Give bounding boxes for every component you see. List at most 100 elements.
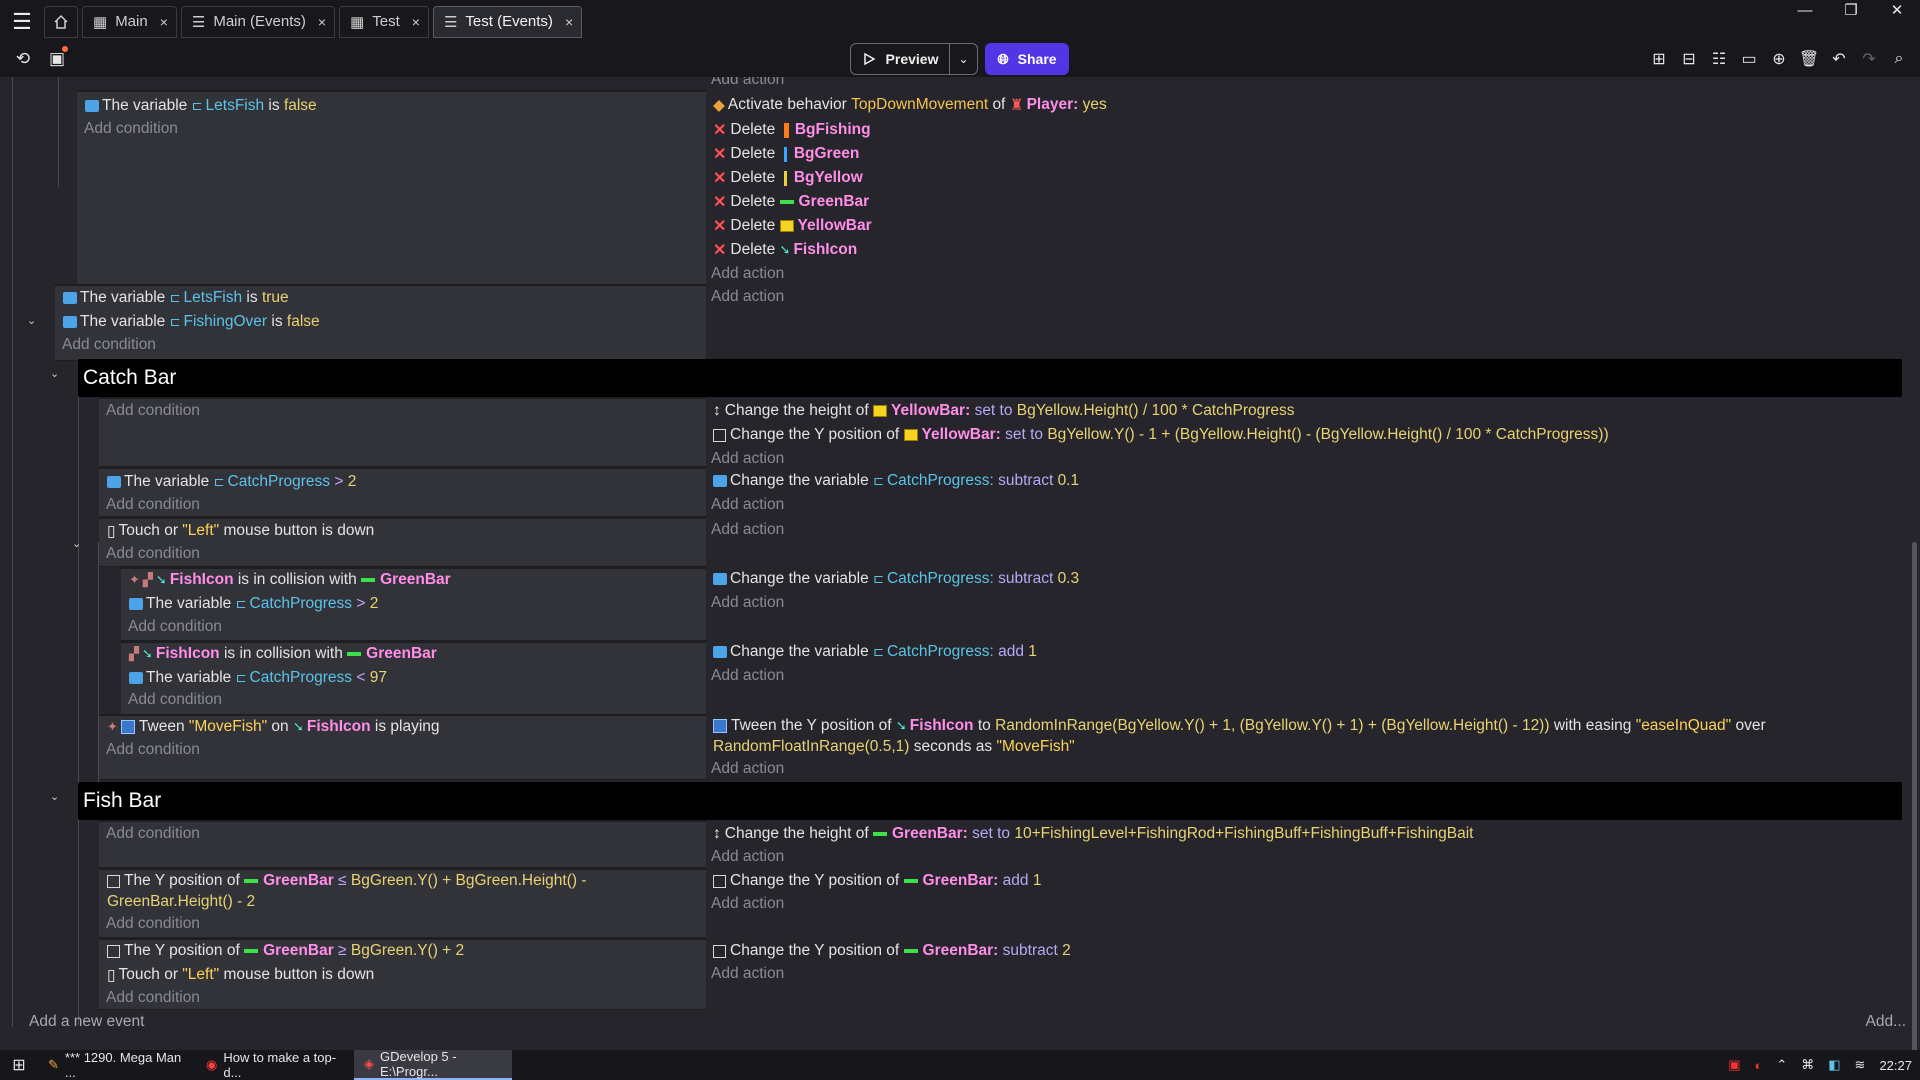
add-condition-link[interactable]: Add condition — [106, 495, 200, 515]
add-condition-link[interactable]: Add condition — [128, 690, 222, 710]
share-button[interactable]: 🌐︎ Share — [985, 43, 1069, 75]
condition[interactable]: ✦ ▞ ➘ FishIcon is in collision with Gree… — [129, 570, 451, 590]
close-window-button[interactable]: ✕ — [1874, 0, 1920, 22]
condition[interactable]: ✦ Tween "MoveFish" on ➘ FishIcon is play… — [107, 717, 440, 737]
delete-icon[interactable]: 🗑︎ — [1796, 45, 1822, 73]
condition[interactable]: The variable ⊏ LetsFish is true — [63, 288, 289, 308]
add-condition-link[interactable]: Add condition — [106, 544, 200, 564]
windows-start-icon[interactable]: ⊞ — [0, 1055, 38, 1075]
action[interactable]: ◆ Activate behavior TopDownMovement of ♜… — [713, 95, 1107, 115]
controller-icon[interactable]: ⌘ — [1801, 1057, 1814, 1073]
add-action-link[interactable]: Add action — [711, 449, 784, 469]
action[interactable]: Change the Y position of GreenBar: add 1 — [713, 871, 1041, 891]
add-condition-link[interactable]: Add condition — [128, 617, 222, 637]
condition[interactable]: The Y position of GreenBar ≤ BgGreen.Y()… — [107, 871, 587, 891]
collapse-arrow-icon[interactable]: ⌄ — [72, 537, 81, 550]
tray-app-icon[interactable]: ◐ — [1754, 1058, 1762, 1073]
menu-icon[interactable]: ☰ — [0, 0, 44, 43]
close-icon[interactable]: × — [565, 14, 573, 30]
maximize-button[interactable]: ❐ — [1828, 0, 1874, 22]
close-icon[interactable]: × — [160, 14, 168, 30]
action[interactable]: Change the Y position of YellowBar: set … — [713, 425, 1609, 445]
action[interactable]: Change the variable ⊏ CatchProgress: add… — [713, 642, 1037, 662]
collapse-arrow-icon[interactable]: ⌄ — [50, 367, 59, 380]
add-action-link[interactable]: Add action — [711, 593, 784, 613]
close-icon[interactable]: × — [412, 14, 420, 30]
tray-app-icon[interactable]: ▣ — [1728, 1057, 1740, 1073]
add-action-link[interactable]: Add action — [711, 894, 784, 914]
add-action-link[interactable]: Add action — [711, 264, 784, 284]
add-more-link[interactable]: Add... — [1866, 1013, 1907, 1031]
taskbar-item-active[interactable]: ◈ GDevelop 5 - E:\Progr... — [354, 1049, 512, 1080]
condition[interactable]: The variable ⊏ FishingOver is false — [63, 312, 320, 332]
add-subevent-icon[interactable]: ⊟ — [1676, 45, 1702, 73]
save-icon[interactable]: ▣ — [44, 45, 70, 73]
minimize-button[interactable]: — — [1782, 0, 1828, 22]
condition[interactable]: The variable ⊏ LetsFish is false — [85, 96, 317, 116]
action[interactable]: ✕ Delete YellowBar — [713, 216, 872, 236]
chevron-up-icon[interactable]: ⌃ — [1776, 1057, 1787, 1073]
condition[interactable]: The variable ⊏ CatchProgress > 2 — [129, 594, 378, 614]
add-comment-icon[interactable]: ▭ — [1736, 45, 1762, 73]
action[interactable]: Change the variable ⊏ CatchProgress: sub… — [713, 569, 1079, 589]
action[interactable]: Change the variable ⊏ CatchProgress: sub… — [713, 471, 1079, 491]
action[interactable]: ✕ Delete BgGreen — [713, 144, 859, 164]
collapse-arrow-icon[interactable]: ⌄ — [50, 790, 59, 803]
add-action-link[interactable]: Add action — [711, 495, 784, 515]
add-action-link[interactable]: Add action — [711, 666, 784, 686]
preview-button[interactable]: Preview — [850, 43, 950, 75]
add-event-icon[interactable]: ⊞ — [1646, 45, 1672, 73]
condition[interactable]: ▯ Touch or "Left" mouse button is down — [107, 965, 374, 985]
close-icon[interactable]: × — [318, 14, 326, 30]
add-condition-link[interactable]: Add condition — [84, 119, 178, 139]
vertical-scrollbar[interactable] — [1912, 542, 1917, 1050]
add-new-event-link[interactable]: Add a new event — [29, 1013, 144, 1031]
condition[interactable]: ▞ ➘ FishIcon is in collision with GreenB… — [129, 644, 437, 664]
add-condition-link[interactable]: Add condition — [106, 914, 200, 934]
action[interactable]: ✕ Delete BgFishing — [713, 120, 871, 140]
add-condition-link[interactable]: Add condition — [106, 740, 200, 760]
taskbar-item[interactable]: ✎ *** 1290. Mega Man ... — [38, 1050, 196, 1080]
add-plus-icon[interactable]: ⊕ — [1766, 45, 1792, 73]
add-group-icon[interactable]: ☷ — [1706, 45, 1732, 73]
add-action-link[interactable]: Add action — [711, 847, 784, 867]
condition-continuation[interactable]: GreenBar.Height() - 2 — [107, 892, 255, 912]
action[interactable]: Change the Y position of GreenBar: subtr… — [713, 941, 1071, 961]
tray-app-icon[interactable]: ◧ — [1828, 1057, 1840, 1073]
wifi-icon[interactable]: ≋ — [1855, 1057, 1866, 1073]
action-continuation[interactable]: RandomFloatInRange(0.5,1) seconds as "Mo… — [713, 737, 1075, 757]
taskbar-item[interactable]: ◉ How to make a top-d... — [196, 1050, 354, 1080]
redo-icon[interactable]: ↷ — [1856, 45, 1882, 73]
preview-options-button[interactable]: ⌄ — [950, 43, 978, 75]
tab-test-events[interactable]: ☰ Test (Events) × — [432, 5, 583, 38]
tab-main-events[interactable]: ☰ Main (Events) × — [180, 5, 336, 38]
group-header-catch-bar[interactable]: Catch Bar — [78, 359, 1902, 397]
action[interactable]: ✕ Delete BgYellow — [713, 168, 863, 188]
condition[interactable]: The variable ⊏ CatchProgress > 2 — [107, 472, 356, 492]
action[interactable]: ✕ Delete ➘ FishIcon — [713, 240, 857, 260]
add-condition-link[interactable]: Add condition — [62, 335, 156, 355]
add-condition-link[interactable]: Add condition — [106, 824, 200, 844]
condition[interactable]: The variable ⊏ CatchProgress < 97 — [129, 668, 387, 688]
add-action-link[interactable]: Add action — [711, 759, 784, 779]
add-action-link[interactable]: Add action — [711, 964, 784, 984]
action[interactable]: ✕ Delete GreenBar — [713, 192, 869, 212]
action[interactable]: ↕ Change the height of YellowBar: set to… — [713, 401, 1295, 421]
add-action-link[interactable]: Add action — [711, 77, 784, 90]
search-icon[interactable]: ⌕ — [1886, 45, 1912, 73]
add-action-link[interactable]: Add action — [711, 287, 784, 307]
collapse-arrow-icon[interactable]: ⌄ — [27, 314, 36, 327]
tab-main[interactable]: ▦ Main × — [82, 5, 177, 38]
add-action-link[interactable]: Add action — [711, 520, 784, 540]
home-tab[interactable] — [44, 5, 78, 38]
group-header-fish-bar[interactable]: Fish Bar — [78, 782, 1902, 820]
condition[interactable]: The Y position of GreenBar ≥ BgGreen.Y()… — [107, 941, 464, 961]
action[interactable]: ↕ Change the height of GreenBar: set to … — [713, 824, 1473, 844]
add-condition-link[interactable]: Add condition — [106, 988, 200, 1008]
history-icon[interactable]: ⟲ — [10, 45, 36, 73]
action[interactable]: Tween the Y position of ➘ FishIcon to Ra… — [713, 716, 1766, 736]
tab-test[interactable]: ▦ Test × — [339, 5, 429, 38]
add-condition-link[interactable]: Add condition — [106, 401, 200, 421]
undo-icon[interactable]: ↶ — [1826, 45, 1852, 73]
clock[interactable]: 22:27 — [1879, 1058, 1912, 1073]
